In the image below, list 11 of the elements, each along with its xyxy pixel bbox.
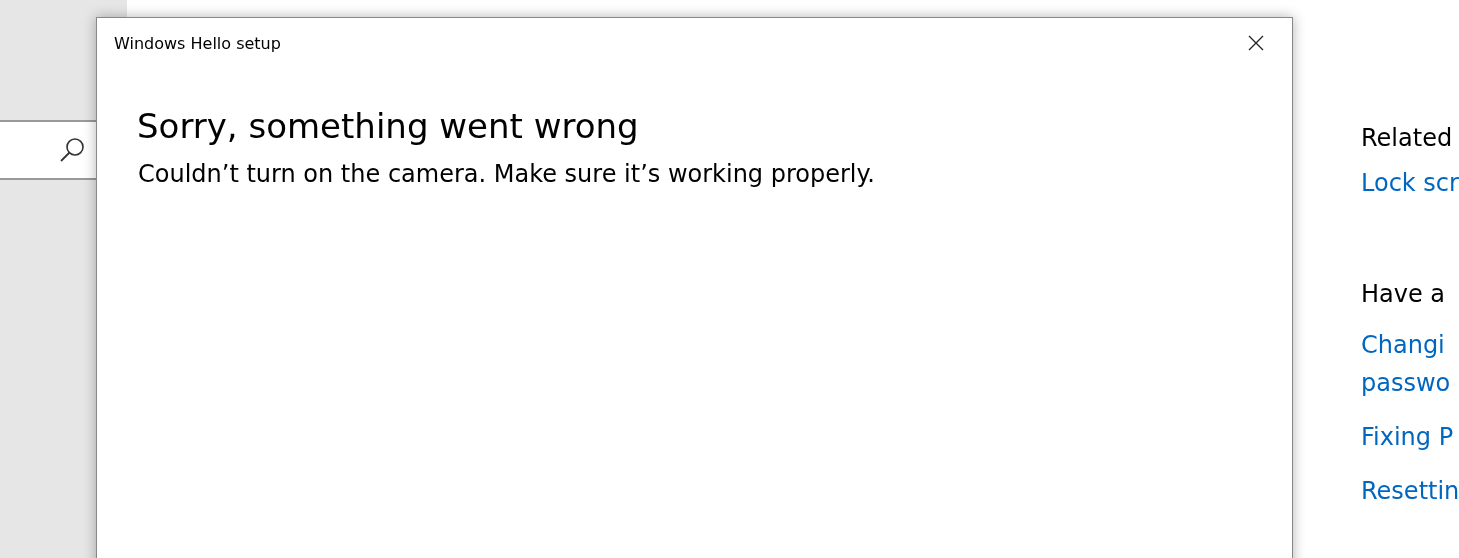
close-icon[interactable] <box>1248 35 1264 51</box>
section-heading: Related <box>1361 124 1453 152</box>
search-icon[interactable] <box>59 137 85 163</box>
section-heading: Have a <box>1361 280 1446 308</box>
help-link[interactable]: Changi passwo <box>1361 326 1451 402</box>
error-message: Couldn’t turn on the camera. Make sure it’s working properly. <box>138 160 876 188</box>
help-link[interactable]: Fixing P <box>1361 418 1454 456</box>
error-heading: Sorry, something went wrong <box>137 106 640 146</box>
window-title: Windows Hello setup <box>114 33 281 53</box>
related-link[interactable]: Lock scr <box>1361 164 1459 202</box>
help-link[interactable]: Resettin <box>1361 472 1459 510</box>
